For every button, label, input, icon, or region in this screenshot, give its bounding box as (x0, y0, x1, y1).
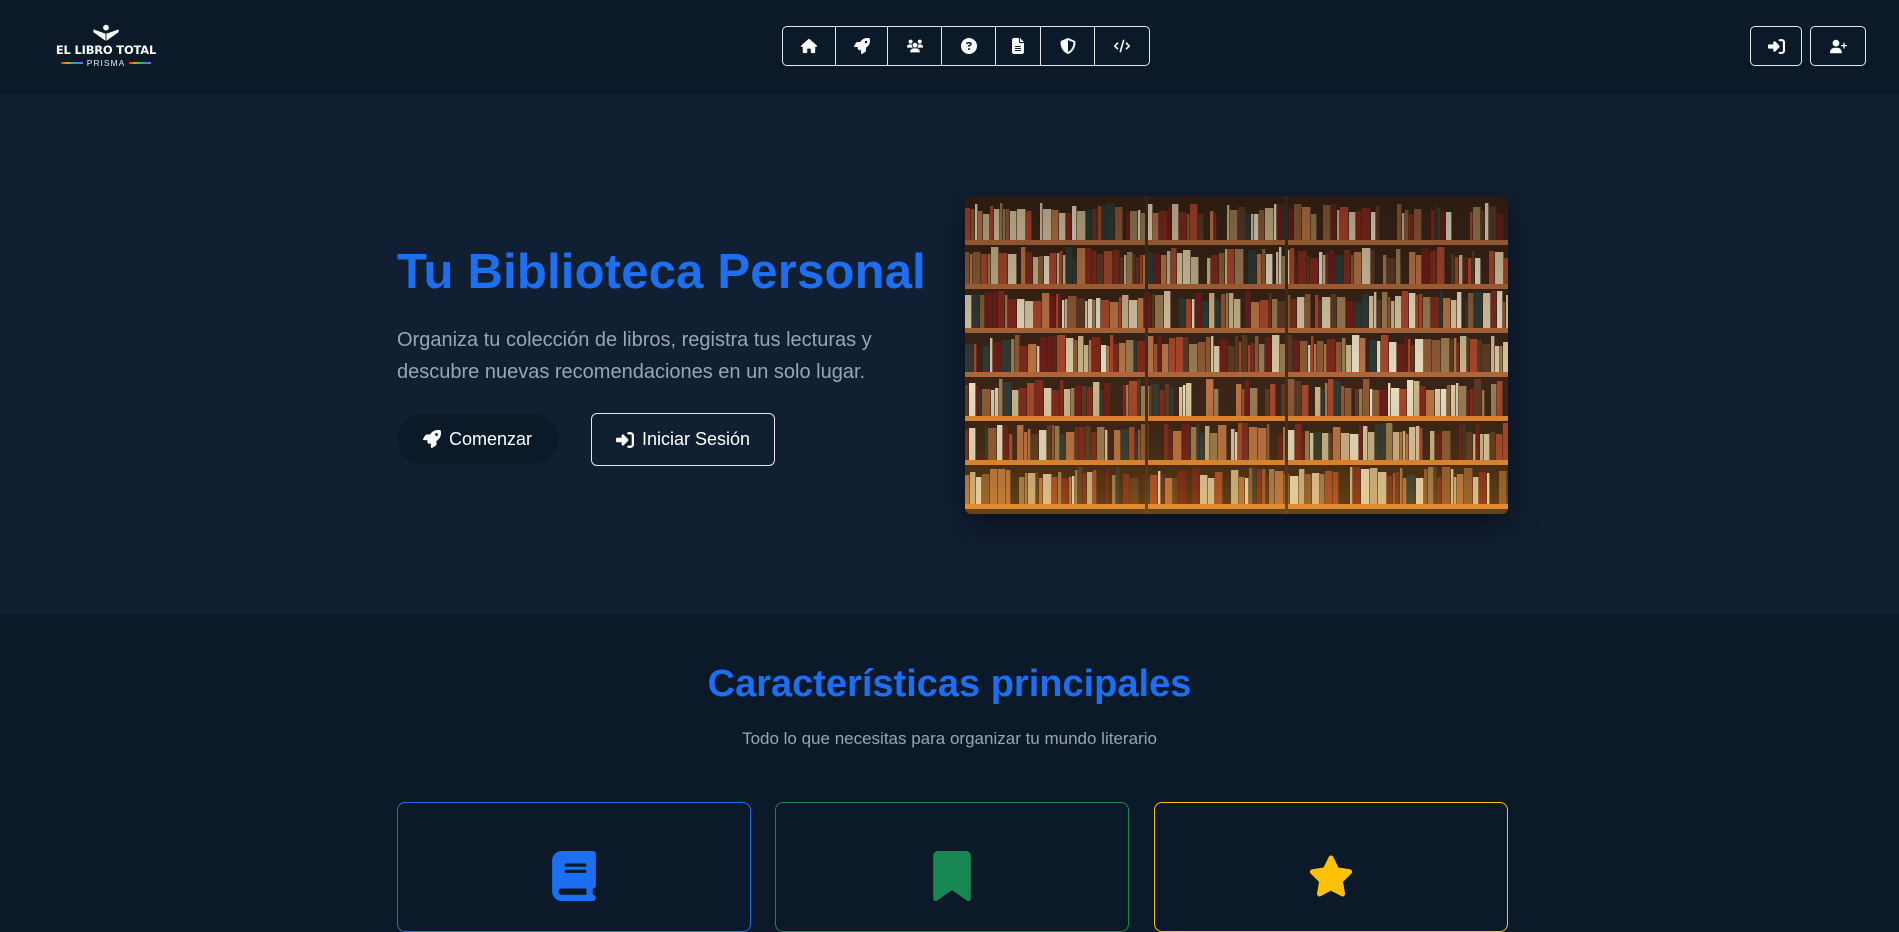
feature-card-reading (775, 802, 1129, 932)
login-icon-button[interactable] (1750, 26, 1802, 66)
bookshelf-illustration (965, 196, 1508, 514)
nav-developer-button[interactable] (1095, 27, 1149, 65)
nav-help-button[interactable] (942, 27, 996, 65)
features-subtitle: Todo lo que necesitas para organizar tu … (742, 729, 1157, 748)
features-title: Características principales (707, 663, 1192, 705)
hero-description: Organiza tu colección de libros, registr… (397, 329, 872, 383)
book-icon (552, 851, 596, 901)
sign-in-icon (615, 431, 634, 448)
brand-subtitle: PRISMA (86, 58, 126, 68)
login-button-label: Iniciar Sesión (641, 429, 751, 449)
brand-title: EL LIBRO TOTAL (55, 43, 157, 57)
brand-divider (60, 62, 83, 64)
file-icon (1012, 38, 1024, 54)
hero-title: Tu Biblioteca Personal (397, 245, 926, 299)
navbar: EL LIBRO TOTAL PRISMA (0, 0, 1899, 94)
star-icon (1309, 855, 1353, 897)
start-button-label: Comenzar (448, 428, 533, 449)
brand-divider (129, 62, 152, 64)
login-button[interactable]: Iniciar Sesión (591, 413, 775, 466)
rocket-icon (853, 38, 870, 54)
main-nav (782, 26, 1150, 66)
nav-start-button[interactable] (836, 27, 888, 65)
nav-docs-button[interactable] (996, 27, 1041, 65)
bookshelf-image (965, 196, 1508, 514)
sign-in-icon (1767, 38, 1785, 54)
feature-card-recommendations (1154, 802, 1508, 932)
nav-home-button[interactable] (783, 27, 836, 65)
bookmark-icon (933, 851, 971, 901)
rocket-icon (422, 430, 441, 448)
users-icon (906, 39, 923, 53)
nav-community-button[interactable] (888, 27, 942, 65)
register-icon-button[interactable] (1810, 26, 1866, 66)
code-icon (1114, 39, 1130, 53)
shield-icon (1060, 38, 1075, 54)
feature-card-library (397, 802, 751, 932)
hero-section: Tu Biblioteca Personal Organiza tu colec… (0, 94, 1899, 614)
brand-logo[interactable]: EL LIBRO TOTAL PRISMA (56, 24, 156, 68)
user-plus-icon (1829, 39, 1847, 53)
nav-privacy-button[interactable] (1041, 27, 1095, 65)
home-icon (801, 38, 817, 54)
reader-icon (93, 24, 119, 42)
question-icon (960, 38, 977, 54)
start-button[interactable]: Comenzar (397, 414, 558, 464)
